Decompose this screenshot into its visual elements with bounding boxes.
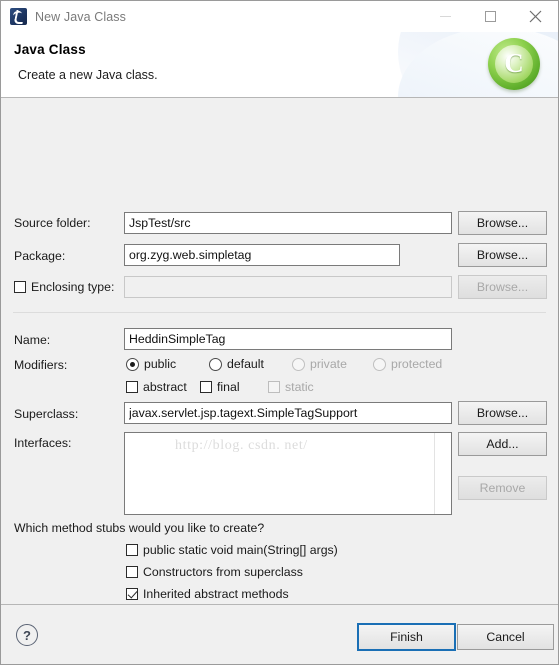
help-icon[interactable]: ? xyxy=(16,624,38,646)
package-browse-button[interactable]: Browse... xyxy=(458,243,547,267)
interfaces-list[interactable]: http://blog. csdn. net/ xyxy=(124,432,452,515)
package-label: Package: xyxy=(14,249,66,263)
package-input[interactable] xyxy=(124,244,400,266)
modifier-public-radio[interactable] xyxy=(126,357,139,371)
name-input[interactable] xyxy=(124,328,452,350)
modifier-default-radio[interactable] xyxy=(209,357,222,371)
modifier-protected-label: protected xyxy=(391,357,443,371)
superclass-label: Superclass: xyxy=(14,407,79,421)
modifier-static-checkbox[interactable] xyxy=(268,381,280,393)
stub-constructors-label: Constructors from superclass xyxy=(143,565,303,579)
minimize-button[interactable] xyxy=(423,1,468,32)
title-bar: New Java Class xyxy=(1,1,558,32)
modifiers-label: Modifiers: xyxy=(14,358,68,372)
modifier-abstract-option[interactable]: abstract xyxy=(126,380,187,394)
interfaces-label: Interfaces: xyxy=(14,436,72,450)
close-icon xyxy=(529,10,542,23)
stub-inherited-abstract-checkbox[interactable] xyxy=(126,588,138,600)
new-java-class-dialog: New Java Class Java Class Create a new J… xyxy=(0,0,559,665)
modifier-final-checkbox[interactable] xyxy=(200,381,212,393)
modifier-static-option[interactable]: static xyxy=(268,380,314,394)
enclosing-type-input[interactable] xyxy=(124,276,452,298)
modifier-abstract-checkbox[interactable] xyxy=(126,381,138,393)
minimize-icon xyxy=(440,16,451,17)
interfaces-remove-button[interactable]: Remove xyxy=(458,476,547,500)
maximize-button[interactable] xyxy=(468,1,513,32)
dialog-header: Java Class Create a new Java class. C xyxy=(1,32,558,98)
source-folder-label: Source folder: xyxy=(14,216,91,230)
modifier-final-label: final xyxy=(217,380,240,394)
enclosing-type-label: Enclosing type: xyxy=(31,280,115,294)
window-controls xyxy=(423,1,558,32)
page-title: Java Class xyxy=(14,42,86,57)
wizard-logo-letter: C xyxy=(495,45,533,83)
stub-main-method-label: public static void main(String[] args) xyxy=(143,543,338,557)
source-folder-browse-button[interactable]: Browse... xyxy=(458,211,547,235)
enclosing-type-browse-button[interactable]: Browse... xyxy=(458,275,547,299)
enclosing-type-checkbox[interactable] xyxy=(14,281,26,293)
modifier-default-label: default xyxy=(227,357,264,371)
method-stubs-question: Which method stubs would you like to cre… xyxy=(14,521,265,535)
modifier-private-radio[interactable] xyxy=(292,357,305,371)
name-label: Name: xyxy=(14,333,51,347)
modifier-default-option[interactable]: default xyxy=(209,357,264,371)
finish-button[interactable]: Finish xyxy=(357,623,456,651)
source-folder-input[interactable] xyxy=(124,212,452,234)
section-divider xyxy=(13,312,546,313)
stub-constructors-option[interactable]: Constructors from superclass xyxy=(126,565,303,579)
interfaces-scrollbar[interactable] xyxy=(434,433,435,514)
modifier-final-option[interactable]: final xyxy=(200,380,240,394)
cancel-button[interactable]: Cancel xyxy=(457,624,554,650)
stub-inherited-abstract-label: Inherited abstract methods xyxy=(143,587,289,601)
superclass-input[interactable] xyxy=(124,402,452,424)
watermark-text: http://blog. csdn. net/ xyxy=(175,438,308,453)
modifier-protected-radio[interactable] xyxy=(373,357,386,371)
modifier-protected-option[interactable]: protected xyxy=(373,357,442,371)
page-subtitle: Create a new Java class. xyxy=(18,68,158,82)
eclipse-java-icon xyxy=(10,8,27,25)
modifier-static-label: static xyxy=(285,380,314,394)
dialog-body: Source folder: Browse... Package: Browse… xyxy=(1,98,558,643)
modifier-private-label: private xyxy=(310,357,347,371)
enclosing-type-row[interactable]: Enclosing type: xyxy=(14,280,114,294)
stub-main-method-checkbox[interactable] xyxy=(126,544,138,556)
dialog-footer: ? Finish Cancel xyxy=(1,605,558,664)
interfaces-add-button[interactable]: Add... xyxy=(458,432,547,456)
close-button[interactable] xyxy=(513,1,558,32)
modifier-public-option[interactable]: public xyxy=(126,357,176,371)
modifier-public-label: public xyxy=(144,357,177,371)
modifier-private-option[interactable]: private xyxy=(292,357,347,371)
stub-main-method-option[interactable]: public static void main(String[] args) xyxy=(126,543,338,557)
stub-inherited-abstract-option[interactable]: Inherited abstract methods xyxy=(126,587,289,601)
modifier-abstract-label: abstract xyxy=(143,380,187,394)
stub-constructors-checkbox[interactable] xyxy=(126,566,138,578)
wizard-logo-icon: C xyxy=(488,38,540,90)
superclass-browse-button[interactable]: Browse... xyxy=(458,401,547,425)
maximize-icon xyxy=(485,11,496,22)
window-title: New Java Class xyxy=(35,9,127,24)
